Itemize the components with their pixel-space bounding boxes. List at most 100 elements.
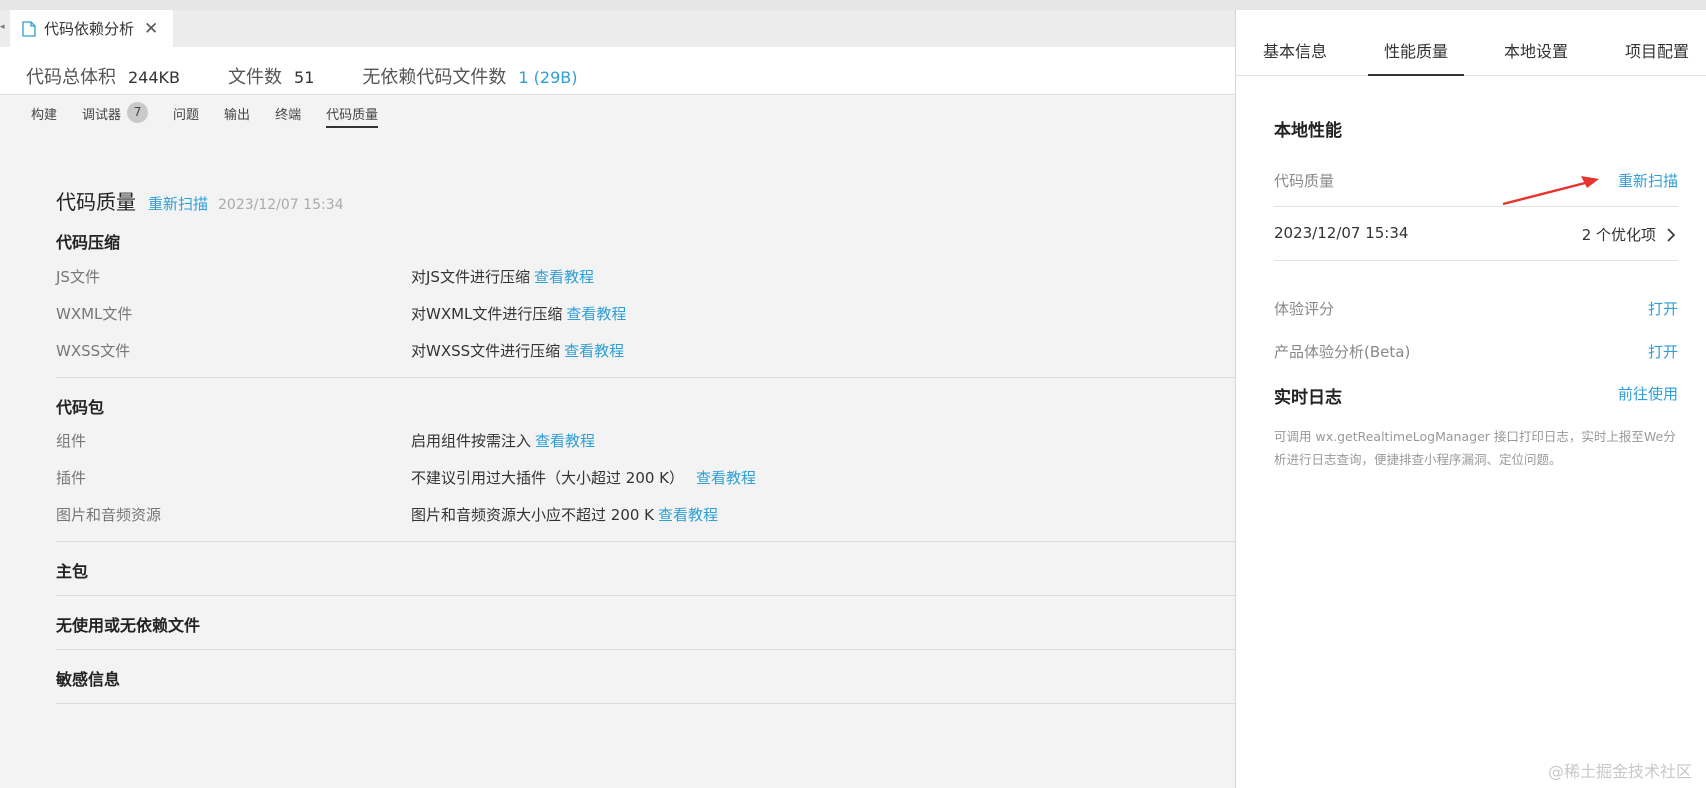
rescan-link[interactable]: 重新扫描 xyxy=(148,193,208,214)
right-panel: 基本信息 性能质量 本地设置 项目配置 本地性能 代码质量 重新扫描 2023/… xyxy=(1235,10,1706,788)
tab-problems-label: 问题 xyxy=(173,108,200,123)
divider xyxy=(1274,260,1678,261)
section-compress: 代码压缩 xyxy=(56,229,1235,253)
view-tutorial-link[interactable]: 查看教程 xyxy=(535,432,595,450)
list-item: JS文件 对JS文件进行压缩 查看教程 xyxy=(56,266,1235,290)
list-item: WXSS文件 对WXSS文件进行压缩 查看教程 xyxy=(56,340,1235,364)
list-item: 组件 启用组件按需注入 查看教程 xyxy=(56,430,1235,454)
tab-debugger[interactable]: 调试器 7 xyxy=(82,96,149,131)
list-item: 图片和音频资源 图片和音频资源大小应不超过 200 K 查看教程 xyxy=(56,504,1235,528)
realtime-log-row: 实时日志 前往使用 xyxy=(1274,383,1678,408)
tab-build-label: 构建 xyxy=(31,108,58,123)
experience-open-button[interactable]: 打开 xyxy=(1648,298,1678,319)
item-name: WXML文件 xyxy=(56,305,133,323)
product-analysis-label: 产品体验分析(Beta) xyxy=(1274,343,1411,361)
realtime-log-note: 可调用 wx.getRealtimeLogManager 接口打印日志，实时上报… xyxy=(1274,429,1676,467)
divider xyxy=(56,595,1235,596)
view-tutorial-link[interactable]: 查看教程 xyxy=(658,506,718,524)
total-size-label: 代码总体积 xyxy=(26,67,116,88)
item-desc: 不建议引用过大插件（大小超过 200 K） xyxy=(411,469,685,487)
experience-score-row: 体验评分 打开 xyxy=(1274,298,1678,322)
section-title-unused-files: 无使用或无依赖文件 xyxy=(56,616,201,635)
item-name: 组件 xyxy=(56,432,87,450)
item-desc: 对WXSS文件进行压缩 xyxy=(411,342,561,360)
view-tutorial-link[interactable]: 查看教程 xyxy=(534,268,594,286)
item-desc: 图片和音频资源大小应不超过 200 K xyxy=(411,506,655,524)
divider xyxy=(1274,206,1678,207)
item-name: JS文件 xyxy=(56,268,100,286)
no-dep-value-link[interactable]: 1 (29B) xyxy=(518,68,577,87)
realtime-log-title: 实时日志 xyxy=(1274,388,1342,408)
code-quality-label: 代码质量 xyxy=(1274,172,1335,190)
section-title-main-package: 主包 xyxy=(56,562,89,581)
divider xyxy=(56,377,1235,378)
section-package: 代码包 xyxy=(56,394,1235,418)
list-item: 插件 不建议引用过大插件（大小超过 200 K） 查看教程 xyxy=(56,467,1235,491)
tab-output-label: 输出 xyxy=(224,108,251,123)
total-size-value: 244KB xyxy=(128,68,181,87)
item-name: 图片和音频资源 xyxy=(56,506,162,524)
scan-time: 2023/12/07 15:34 xyxy=(1274,224,1409,242)
tab-code-quality-label: 代码质量 xyxy=(326,108,379,123)
view-tutorial-link[interactable]: 查看教程 xyxy=(696,469,756,487)
right-tab-bar: 基本信息 性能质量 本地设置 项目配置 xyxy=(1236,10,1706,76)
document-icon xyxy=(22,20,36,37)
go-use-button[interactable]: 前往使用 xyxy=(1618,383,1678,404)
quality-header: 代码质量 重新扫描 2023/12/07 15:34 xyxy=(56,186,344,215)
tab-performance-quality[interactable]: 性能质量 xyxy=(1384,38,1448,62)
experience-score-label: 体验评分 xyxy=(1274,300,1335,318)
local-perf-title: 本地性能 xyxy=(1274,121,1342,141)
item-desc: 启用组件按需注入 xyxy=(411,432,532,450)
top-strip xyxy=(0,0,1706,10)
section-unused-files[interactable]: 无使用或无依赖文件 xyxy=(56,612,1235,636)
item-name: 插件 xyxy=(56,469,87,487)
tab-debugger-label: 调试器 xyxy=(82,108,122,123)
code-quality-row: 代码质量 重新扫描 xyxy=(1274,170,1678,194)
optimization-count: 2 个优化项 xyxy=(1581,226,1656,244)
left-pane: ◂ 代码依赖分析 ✕ 代码总体积 244KB 文件数 51 无依赖代码文件数 1… xyxy=(0,10,1235,788)
tab-build[interactable]: 构建 xyxy=(31,96,57,131)
product-analysis-row: 产品体验分析(Beta) 打开 xyxy=(1274,341,1678,365)
tab-code-quality[interactable]: 代码质量 xyxy=(326,96,379,128)
list-item: WXML文件 对WXML文件进行压缩 查看教程 xyxy=(56,303,1235,327)
item-desc: 对JS文件进行压缩 xyxy=(411,268,530,286)
scan-timestamp: 2023/12/07 15:34 xyxy=(218,197,344,213)
close-icon[interactable]: ✕ xyxy=(144,19,158,39)
section-main-package[interactable]: 主包 xyxy=(56,558,1235,582)
divider xyxy=(56,703,1235,704)
item-desc: 对WXML文件进行压缩 xyxy=(411,305,563,323)
tab-basic-info[interactable]: 基本信息 xyxy=(1263,38,1327,62)
caret-left-icon[interactable]: ◂ xyxy=(0,22,5,32)
tab-project-config[interactable]: 项目配置 xyxy=(1625,38,1689,62)
file-tab-title: 代码依赖分析 xyxy=(44,20,135,38)
rescan-button[interactable]: 重新扫描 xyxy=(1618,170,1678,191)
tab-problems[interactable]: 问题 xyxy=(173,96,199,131)
tab-output[interactable]: 输出 xyxy=(224,96,250,131)
debugger-count-badge: 7 xyxy=(127,102,149,123)
local-perf-heading: 本地性能 xyxy=(1274,116,1678,141)
file-count-value: 51 xyxy=(294,68,315,87)
tab-terminal[interactable]: 终端 xyxy=(275,96,301,131)
section-sensitive-info[interactable]: 敏感信息 xyxy=(56,666,1235,690)
tab-terminal-label: 终端 xyxy=(275,108,302,123)
watermark: @稀土掘金技术社区 xyxy=(1547,762,1692,781)
annotation-arrow xyxy=(1502,176,1599,206)
divider xyxy=(56,649,1235,650)
chevron-right-icon[interactable] xyxy=(1666,228,1676,242)
divider xyxy=(56,541,1235,542)
page-title: 代码质量 xyxy=(56,190,136,214)
editor-tab-bar: ◂ 代码依赖分析 ✕ xyxy=(0,10,1235,47)
item-name: WXSS文件 xyxy=(56,342,131,360)
scan-result-row[interactable]: 2023/12/07 15:34 2 个优化项 xyxy=(1274,224,1678,248)
view-tutorial-link[interactable]: 查看教程 xyxy=(564,342,624,360)
view-tutorial-link[interactable]: 查看教程 xyxy=(566,305,626,323)
tab-local-settings[interactable]: 本地设置 xyxy=(1504,38,1568,62)
panel-tabs: 构建 调试器 7 问题 输出 终端 代码质量 xyxy=(0,96,1235,131)
active-tab-indicator xyxy=(1368,74,1464,76)
file-tab-code-dependency[interactable]: 代码依赖分析 ✕ xyxy=(10,10,173,47)
section-title-package: 代码包 xyxy=(56,398,105,417)
section-title-sensitive-info: 敏感信息 xyxy=(56,670,121,689)
product-open-button[interactable]: 打开 xyxy=(1648,341,1678,362)
file-count-label: 文件数 xyxy=(228,67,283,88)
section-title-compress: 代码压缩 xyxy=(56,233,121,252)
